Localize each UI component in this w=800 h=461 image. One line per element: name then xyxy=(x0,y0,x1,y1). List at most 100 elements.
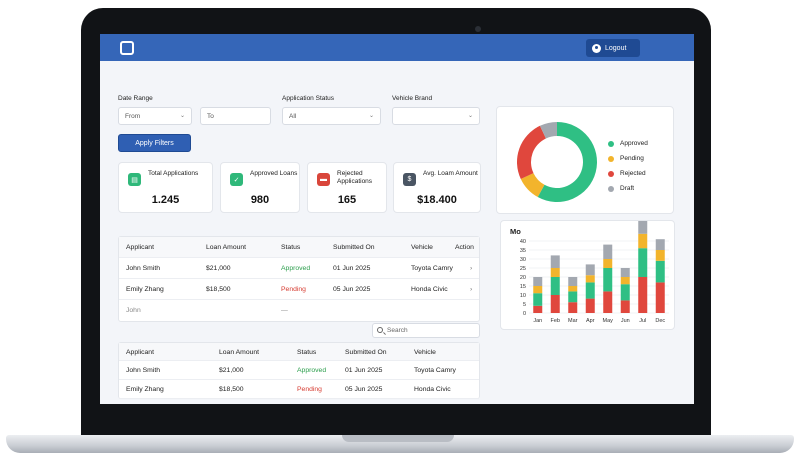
legend-rejected: Rejected xyxy=(608,170,646,177)
bar-approved-may[interactable] xyxy=(603,268,613,292)
bar-rejected-may[interactable] xyxy=(603,291,613,313)
legend-pending: Pending xyxy=(608,155,644,162)
bar-rejected-feb[interactable] xyxy=(550,295,560,313)
status-donut-panel xyxy=(496,106,674,214)
bar-rejected-dec[interactable] xyxy=(655,282,665,313)
amount-cell: — xyxy=(281,307,288,314)
bar-chart-title: Mo xyxy=(510,227,521,236)
stat-title: Approved Loans xyxy=(250,170,298,177)
applications-table-secondary: Applicant Loan Amount Status Submitted O… xyxy=(118,342,480,399)
submitted-cell: 01 Jun 2025 xyxy=(333,265,371,272)
column-header: Vehicle xyxy=(411,244,433,251)
table-row[interactable]: John Smith $21,000 Approved 01 Jun 2025 … xyxy=(119,258,479,279)
date-to-input[interactable]: To xyxy=(200,107,271,125)
laptop-notch xyxy=(342,435,454,442)
bar-approved-feb[interactable] xyxy=(550,277,560,295)
bar-pending-jun[interactable] xyxy=(620,277,630,285)
x-tick-label: Jun xyxy=(621,318,630,324)
legend-draft: Draft xyxy=(608,185,634,192)
x-tick-label: Feb xyxy=(551,318,560,324)
bar-approved-jan[interactable] xyxy=(533,293,543,306)
applicant-cell: Emily Zhang xyxy=(126,386,164,393)
y-tick-label: 15 xyxy=(520,284,526,290)
x-tick-label: Jan xyxy=(533,318,542,324)
application-status-label: Application Status xyxy=(282,95,335,102)
bar-rejected-apr[interactable] xyxy=(585,298,595,313)
bar-draft-apr[interactable] xyxy=(585,264,595,276)
date-from-placeholder: From xyxy=(125,112,141,120)
bar-draft-may[interactable] xyxy=(603,244,613,259)
top-bar: Logout xyxy=(100,34,694,61)
bar-draft-mar[interactable] xyxy=(568,277,578,286)
stat-card-total: ▤ Total Applications 1.245 xyxy=(118,162,213,213)
legend-label: Approved xyxy=(620,140,648,147)
bar-draft-jan[interactable] xyxy=(533,277,543,286)
bar-pending-jul[interactable] xyxy=(638,233,648,249)
chevron-right-icon[interactable]: › xyxy=(470,258,472,279)
legend-swatch xyxy=(608,140,614,147)
x-tick-label: Apr xyxy=(586,318,595,324)
stat-card-avg-amount: $ Avg. Loam Amount $18.400 xyxy=(393,162,481,213)
amount-cell: $18,500 xyxy=(206,286,231,293)
bar-approved-jun[interactable] xyxy=(620,284,630,301)
bar-rejected-jan[interactable] xyxy=(533,305,543,313)
table-row[interactable]: John — xyxy=(119,300,479,321)
chevron-right-icon[interactable]: › xyxy=(470,279,472,300)
bar-pending-apr[interactable] xyxy=(585,275,595,283)
bar-approved-apr[interactable] xyxy=(585,282,595,299)
bar-rejected-mar[interactable] xyxy=(568,302,578,313)
applicant-cell: John xyxy=(126,307,141,314)
y-tick-label: 30 xyxy=(520,257,526,263)
app-logo-icon[interactable] xyxy=(120,41,134,55)
logout-button[interactable]: Logout xyxy=(586,39,640,57)
table-row[interactable]: John Smith $21,000 Approved 01 Jun 2025 … xyxy=(119,361,479,380)
bar-pending-may[interactable] xyxy=(603,259,613,268)
legend-label: Draft xyxy=(620,185,635,192)
bar-approved-dec[interactable] xyxy=(655,260,665,283)
column-header: Applicant xyxy=(126,348,154,356)
bar-rejected-jun[interactable] xyxy=(620,300,630,313)
y-tick-label: 5 xyxy=(523,302,526,308)
applicant-cell: Emily Zhang xyxy=(126,286,164,293)
bar-approved-mar[interactable] xyxy=(568,291,578,303)
date-from-input[interactable]: From ⌄ xyxy=(118,107,192,125)
stat-value: 165 xyxy=(337,194,357,206)
chevron-down-icon: ⌄ xyxy=(467,113,473,119)
search-input[interactable]: Search xyxy=(372,323,480,338)
donut-slice-rejected[interactable] xyxy=(517,125,546,180)
bar-draft-jul[interactable] xyxy=(638,212,648,234)
application-status-select[interactable]: All ⌄ xyxy=(282,107,381,125)
column-header: Loan Amount xyxy=(206,244,247,251)
dollar-icon: $ xyxy=(403,173,416,186)
x-tick-label: Jul xyxy=(639,318,646,324)
legend-approved: Approved xyxy=(608,140,648,147)
y-tick-label: 25 xyxy=(520,266,526,272)
x-tick-label: May xyxy=(603,318,614,324)
bar-pending-feb[interactable] xyxy=(550,268,560,277)
column-header: Status xyxy=(281,244,301,251)
vehicle-brand-label: Vehicle Brand xyxy=(392,95,433,102)
table-row[interactable]: Emily Zhang $18,500 Pending 05 Jun 2025 … xyxy=(119,279,479,300)
column-header: Status xyxy=(297,348,317,356)
bar-approved-jul[interactable] xyxy=(638,248,648,277)
bar-pending-dec[interactable] xyxy=(655,250,665,261)
vehicle-cell: Honda Civic xyxy=(414,386,451,393)
bar-draft-dec[interactable] xyxy=(655,239,665,250)
submitted-cell: 05 Jun 2025 xyxy=(333,286,371,293)
bar-pending-jan[interactable] xyxy=(533,286,543,294)
y-tick-label: 0 xyxy=(523,311,526,317)
vehicle-brand-select[interactable]: ⌄ xyxy=(392,107,480,125)
legend-label: Rejected xyxy=(620,170,646,177)
stat-card-approved: ✓ Approved Loans 980 xyxy=(220,162,300,213)
bar-rejected-jul[interactable] xyxy=(638,277,648,313)
table-row[interactable]: Emily Zhang $18,500 Pending 05 Jun 2025 … xyxy=(119,380,479,399)
bar-draft-jun[interactable] xyxy=(620,268,630,277)
bar-pending-mar[interactable] xyxy=(568,286,578,292)
apply-filters-button[interactable]: Apply Filters xyxy=(118,134,191,152)
check-icon: ✓ xyxy=(230,173,243,186)
camera-icon xyxy=(475,26,481,32)
laptop-frame: Logout Date Range From ⌄ To Application … xyxy=(0,0,800,461)
applicant-cell: John Smith xyxy=(126,367,161,374)
bar-draft-feb[interactable] xyxy=(550,255,560,268)
status-cell: Pending xyxy=(297,386,322,393)
